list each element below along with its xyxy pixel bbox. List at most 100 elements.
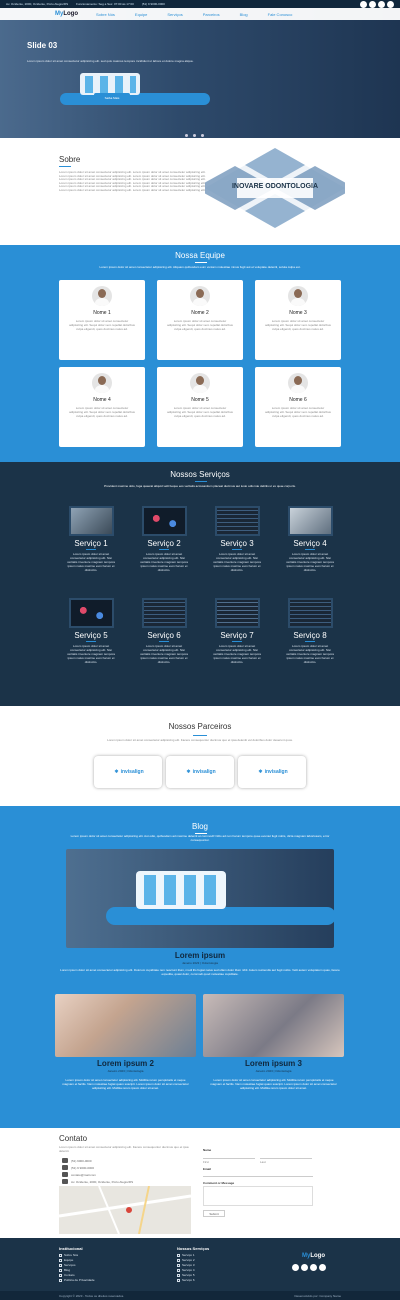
comment-textarea[interactable] — [203, 1186, 313, 1206]
nav-sobre[interactable]: Sobre Nós — [96, 12, 115, 17]
service-image — [141, 598, 187, 628]
service-card[interactable]: Serviço 1 Lorem ipsum dolor sit amet cons… — [55, 506, 127, 572]
contact-email-text: contato@mail.com — [71, 1172, 96, 1177]
instagram-icon[interactable] — [301, 1264, 308, 1271]
blog-post-title[interactable]: Lorem ipsum 3 — [203, 1059, 344, 1068]
service-image — [214, 598, 260, 628]
contact-whatsapp[interactable]: (51) 9 9000-0000 — [62, 1165, 94, 1170]
service-image — [68, 506, 114, 536]
footer-link[interactable]: Contato — [59, 1273, 75, 1277]
main-menu: Sobre Nós Equipe Serviços Parceiros Blog… — [96, 12, 292, 17]
parceiros-title: Nossos Parceiros — [168, 722, 232, 731]
slider-dot-2[interactable] — [193, 134, 196, 137]
whatsapp-icon[interactable] — [387, 0, 394, 8]
partner-name: invisalign — [264, 769, 288, 775]
service-text: Lorem ipsum dolor sit amet consectetur a… — [286, 644, 334, 664]
contact-address: Av. Ocidente, 2000, Ocidente, Porto Aleg… — [62, 1179, 133, 1184]
sobre-title: Sobre — [59, 155, 81, 164]
nav-parceiros[interactable]: Parceiros — [203, 12, 220, 17]
service-text: Lorem ipsum dolor sit amet consectetur a… — [213, 644, 261, 664]
nav-contato[interactable]: Fale Conosco — [268, 12, 293, 17]
service-image — [214, 506, 260, 536]
footer-institucional-title: Institucional — [59, 1246, 83, 1251]
title-underline — [86, 641, 96, 642]
youtube-icon[interactable] — [378, 0, 385, 8]
equipe-text: Lorem ipsum dolor sit amet consectetur a… — [99, 265, 301, 269]
contact-email[interactable]: contato@mail.com — [62, 1172, 96, 1177]
partner-logo[interactable]: ✱ invisalign — [94, 756, 162, 788]
nav-servicos[interactable]: Serviços — [167, 12, 182, 17]
team-member-bio: Lorem ipsum dolor sit amet consectetur a… — [167, 319, 233, 331]
partner-logo[interactable]: ✱ invisalign — [166, 756, 234, 788]
first-name-input[interactable] — [203, 1153, 255, 1159]
footer-link[interactable]: Equipe — [59, 1258, 73, 1262]
title-underline — [59, 166, 71, 167]
service-card[interactable]: Serviço 5 Lorem ipsum dolor sit amet cons… — [55, 598, 127, 664]
blog-section: Blog Lorem ipsum dolor sit amet consecte… — [0, 806, 400, 1128]
blog-post-meta: Janeiro 2023 | Odontologia — [182, 961, 218, 965]
team-card: Nome 2 Lorem ipsum dolor sit amet consect… — [157, 280, 243, 360]
facebook-icon[interactable] — [292, 1264, 299, 1271]
footer-link[interactable]: Serviço 5 — [177, 1273, 195, 1277]
service-card[interactable]: Serviço 2 Lorem ipsum dolor sit amet cons… — [128, 506, 200, 572]
team-member-bio: Lorem ipsum dolor sit amet consectetur a… — [167, 406, 233, 418]
toothbrush-image — [60, 73, 210, 105]
footer-logo[interactable]: MyLogo — [302, 1253, 325, 1259]
map-embed[interactable] — [59, 1186, 191, 1234]
blog-post-image[interactable] — [203, 994, 344, 1057]
blog-post-title[interactable]: Lorem ipsum — [66, 951, 334, 960]
submit-button[interactable]: Submit — [203, 1210, 225, 1217]
footer-link[interactable]: Serviço 1 — [177, 1253, 195, 1257]
avatar — [190, 373, 210, 393]
hero-cta-button[interactable]: Saiba Mais — [94, 93, 130, 102]
nav-equipe[interactable]: Equipe — [135, 12, 147, 17]
facebook-icon[interactable] — [360, 0, 367, 8]
service-card[interactable]: Serviço 7 Lorem ipsum dolor sit amet cons… — [201, 598, 273, 664]
footer-link[interactable]: Sobre Nós — [59, 1253, 78, 1257]
contact-phone-text: (51) 9000-0000 — [71, 1158, 92, 1163]
service-card[interactable]: Serviço 3 Lorem ipsum dolor sit amet cons… — [201, 506, 273, 572]
nav-blog[interactable]: Blog — [240, 12, 248, 17]
service-card[interactable]: Serviço 6 Lorem ipsum dolor sit amet cons… — [128, 598, 200, 664]
equipe-section: Nossa Equipe Lorem ipsum dolor sit amet … — [0, 245, 400, 462]
developer-credit[interactable]: Desenvolvido por: Company Name — [294, 1294, 341, 1298]
footer-link[interactable]: Serviço 3 — [177, 1263, 195, 1267]
whatsapp-icon[interactable] — [319, 1264, 326, 1271]
footer-link[interactable]: Serviço 4 — [177, 1268, 195, 1272]
contato-title: Contato — [59, 1134, 88, 1143]
blog-post-title[interactable]: Lorem ipsum 2 — [55, 1059, 196, 1068]
partner-name: invisalign — [192, 769, 216, 775]
footer-link[interactable]: Serviço 6 — [177, 1278, 195, 1282]
title-underline — [193, 735, 207, 736]
footer: Institucional Sobre Nós Equipe Serviços … — [0, 1238, 400, 1300]
service-text: Lorem ipsum dolor sit amet consectetur a… — [67, 552, 115, 572]
servicos-title: Nossos Serviços — [170, 470, 230, 479]
service-card[interactable]: Serviço 8 Lorem ipsum dolor sit amet cons… — [274, 598, 346, 664]
instagram-icon[interactable] — [369, 0, 376, 8]
blog-main-image[interactable] — [66, 849, 334, 948]
blog-text: Lorem ipsum dolor sit amet consectetur a… — [70, 834, 330, 842]
footer-link[interactable]: Política de Privacidade — [59, 1278, 95, 1282]
contact-whatsapp-text: (51) 9 9000-0000 — [71, 1165, 95, 1170]
service-card[interactable]: Serviço 4 Lorem ipsum dolor sit amet cons… — [274, 506, 346, 572]
service-name: Serviço 8 — [293, 631, 327, 640]
footer-link[interactable]: Serviços — [59, 1263, 76, 1267]
footer-link[interactable]: Blog — [59, 1268, 70, 1272]
slider-dot-1[interactable] — [185, 134, 188, 137]
avatar — [190, 286, 210, 306]
slider-dot-3[interactable] — [201, 134, 204, 137]
partner-logo[interactable]: ✱ invisalign — [238, 756, 306, 788]
service-name: Serviço 1 — [74, 539, 108, 548]
avatar — [92, 286, 112, 306]
blog-post-image[interactable] — [55, 994, 196, 1057]
avatar — [288, 373, 308, 393]
contact-phone[interactable]: (51) 9000-0000 — [62, 1158, 92, 1163]
email-input[interactable] — [203, 1171, 313, 1177]
logo[interactable]: MyLogo — [55, 11, 78, 17]
youtube-icon[interactable] — [310, 1264, 317, 1271]
service-name: Serviço 7 — [220, 631, 254, 640]
blog-title: Blog — [191, 822, 208, 831]
footer-link[interactable]: Serviço 2 — [177, 1258, 195, 1262]
last-name-input[interactable] — [260, 1153, 312, 1159]
service-text: Lorem ipsum dolor sit amet consectetur a… — [140, 552, 188, 572]
